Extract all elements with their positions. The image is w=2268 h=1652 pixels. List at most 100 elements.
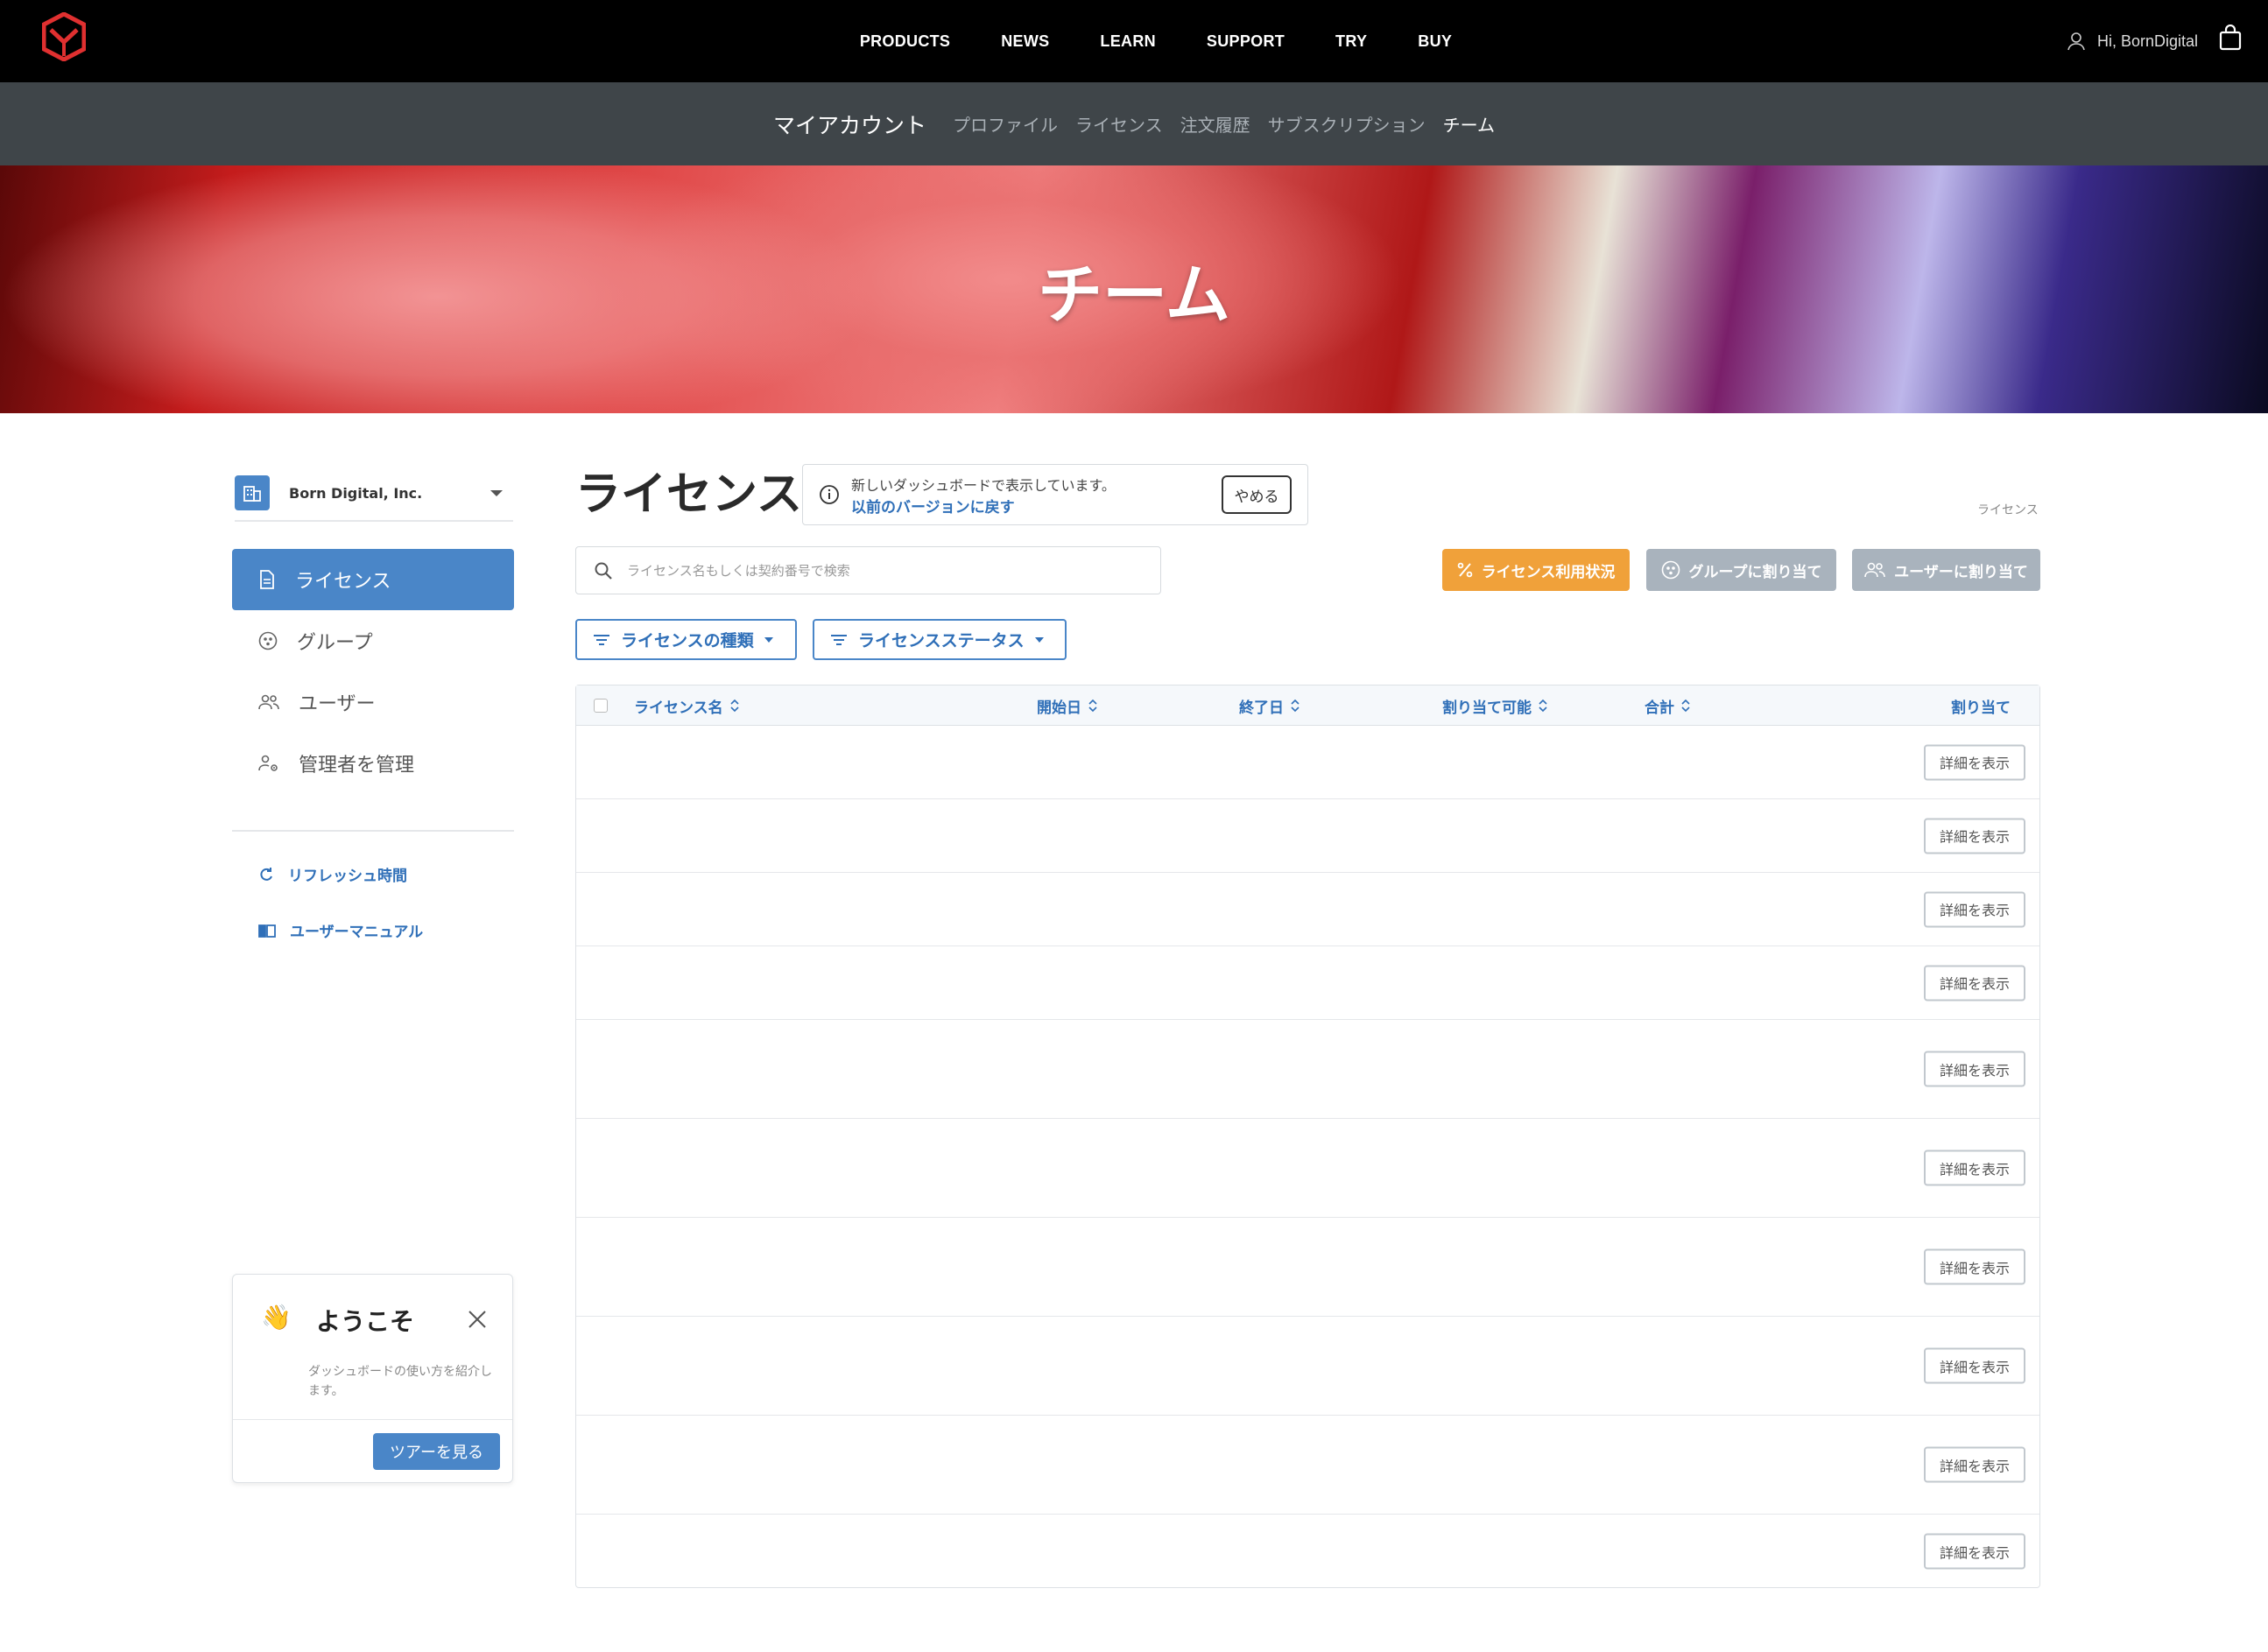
assign-to-group-button[interactable]: グループに割り当て [1646,549,1836,591]
view-tour-button[interactable]: ツアーを見る [373,1433,500,1470]
nav-support[interactable]: SUPPORT [1207,32,1285,51]
waving-hand-icon: 👋 [261,1303,292,1332]
filter-icon [594,634,609,645]
nav-buy[interactable]: BUY [1418,32,1452,51]
sidebar-divider [232,830,514,832]
hero-title: チーム [1038,257,1230,333]
users-icon [258,694,279,710]
org-name: Born Digital, Inc. [289,484,423,502]
welcome-description: ダッシュボードの使い方を紹介します。 [308,1365,492,1398]
view-details-button[interactable]: 詳細を表示 [1924,1051,2025,1087]
notice-text: 新しいダッシュボードで表示しています。 [851,477,1116,494]
chevron-down-icon [764,636,773,643]
licenses-table: ライセンス名 開始日 終了日 割り当て可能 合計 割り当て 詳細を表示 詳細を表… [575,685,2040,1588]
stop-button[interactable]: やめる [1222,475,1292,514]
sidebar-item-label: グループ [297,632,373,654]
nav-learn[interactable]: LEARN [1100,32,1156,51]
view-details-button[interactable]: 詳細を表示 [1924,1533,2025,1570]
table-row: 詳細を表示 [576,1416,2039,1515]
refresh-time-link[interactable]: リフレッシュ時間 [258,863,407,885]
sidebar-nav: ライセンス グループ ユーザー 管理者を管理 [232,549,514,794]
group-icon [258,631,278,650]
assign-to-group-label: グループに割り当て [1688,563,1822,581]
org-selector[interactable]: Born Digital, Inc. [235,466,513,522]
breadcrumb[interactable]: ライセンス [1977,501,2039,518]
table-row: 詳細を表示 [576,1218,2039,1317]
table-row: 詳細を表示 [576,1020,2039,1119]
assign-to-user-button[interactable]: ユーザーに割り当て [1852,549,2040,591]
sort-icon [1681,699,1690,713]
chevron-down-icon [1034,636,1044,643]
subnav-subscriptions[interactable]: サブスクリプション [1268,111,1426,137]
welcome-title: ようこそ [316,1307,415,1336]
welcome-card: 👋 ようこそ ダッシュボードの使い方を紹介します。 ツアーを見る [232,1274,513,1483]
view-details-button[interactable]: 詳細を表示 [1924,744,2025,780]
license-usage-button[interactable]: ライセンス利用状況 [1442,549,1630,591]
close-icon[interactable] [468,1310,487,1329]
nav-try[interactable]: TRY [1335,32,1367,51]
view-details-button[interactable]: 詳細を表示 [1924,1248,2025,1285]
column-start-date[interactable]: 開始日 [1037,685,1097,726]
table-header: ライセンス名 開始日 終了日 割り当て可能 合計 割り当て [576,685,2039,726]
revert-version-link[interactable]: 以前のバージョンに戻す [851,495,1015,517]
account-subnav: マイアカウント プロファイル ライセンス 注文履歴 サブスクリプション チーム [0,82,2268,165]
table-row: 詳細を表示 [576,726,2039,799]
view-details-button[interactable]: 詳細を表示 [1924,1347,2025,1384]
page-title: ライセンス [575,468,802,521]
view-details-button[interactable]: 詳細を表示 [1924,1446,2025,1483]
column-label: 合計 [1645,699,1674,717]
sidebar-item-users[interactable]: ユーザー [232,671,514,733]
license-type-filter[interactable]: ライセンスの種類 [575,619,797,660]
sort-icon [1539,699,1547,713]
column-license-name[interactable]: ライセンス名 [634,685,739,726]
view-details-button[interactable]: 詳細を表示 [1924,818,2025,854]
table-row: 詳細を表示 [576,1515,2039,1588]
search-icon [595,562,612,580]
view-details-button[interactable]: 詳細を表示 [1924,891,2025,927]
view-details-button[interactable]: 詳細を表示 [1924,1149,2025,1186]
shopping-bag-icon[interactable] [2219,25,2242,51]
nav-products[interactable]: PRODUCTS [860,32,950,51]
sidebar-item-label: 管理者を管理 [299,755,415,777]
nav-news[interactable]: NEWS [1001,32,1049,51]
document-icon [260,570,274,589]
subnav-profile[interactable]: プロファイル [953,111,1058,137]
admin-settings-icon [258,755,278,771]
user-greeting: Hi, BornDigital [2096,32,2198,50]
users-icon [1864,562,1885,578]
sort-icon [1088,699,1097,713]
sidebar-item-label: ユーザー [299,693,376,715]
view-details-button[interactable]: 詳細を表示 [1924,965,2025,1001]
sidebar-item-licenses[interactable]: ライセンス [232,549,514,610]
column-assignable[interactable]: 割り当て可能 [1442,685,1547,726]
column-end-date[interactable]: 終了日 [1239,685,1300,726]
sidebar-item-groups[interactable]: グループ [232,610,514,671]
column-label: 割り当て [1951,699,2011,717]
table-row: 詳細を表示 [576,873,2039,946]
license-status-filter[interactable]: ライセンスステータス [813,619,1067,660]
new-dashboard-notice: 新しいダッシュボードで表示しています。 以前のバージョンに戻す やめる [802,464,1308,525]
license-status-filter-label: ライセンスステータス [858,631,1025,650]
sidebar-item-manage-admins[interactable]: 管理者を管理 [232,733,514,794]
top-nav-links: PRODUCTS NEWS LEARN SUPPORT TRY BUY [0,0,2268,82]
table-row: 詳細を表示 [576,946,2039,1020]
select-all-checkbox[interactable] [594,699,608,713]
subnav-orders[interactable]: 注文履歴 [1180,111,1250,137]
group-icon [1661,560,1680,580]
table-row: 詳細を表示 [576,799,2039,873]
search-input[interactable] [627,562,1135,579]
column-assignment: 割り当て [1951,685,2011,726]
license-type-filter-label: ライセンスの種類 [621,631,754,650]
book-icon [258,924,276,938]
filter-icon [831,634,847,645]
building-icon [235,475,270,510]
refresh-icon [260,867,272,881]
user-manual-link[interactable]: ユーザーマニュアル [258,919,423,941]
column-label: 開始日 [1037,699,1081,717]
subnav-team[interactable]: チーム [1443,111,1495,137]
table-row: 詳細を表示 [576,1317,2039,1416]
user-menu[interactable]: Hi, BornDigital [2066,0,2198,82]
subnav-title[interactable]: マイアカウント [773,109,926,140]
column-total[interactable]: 合計 [1645,685,1690,726]
subnav-licenses[interactable]: ライセンス [1075,111,1163,137]
